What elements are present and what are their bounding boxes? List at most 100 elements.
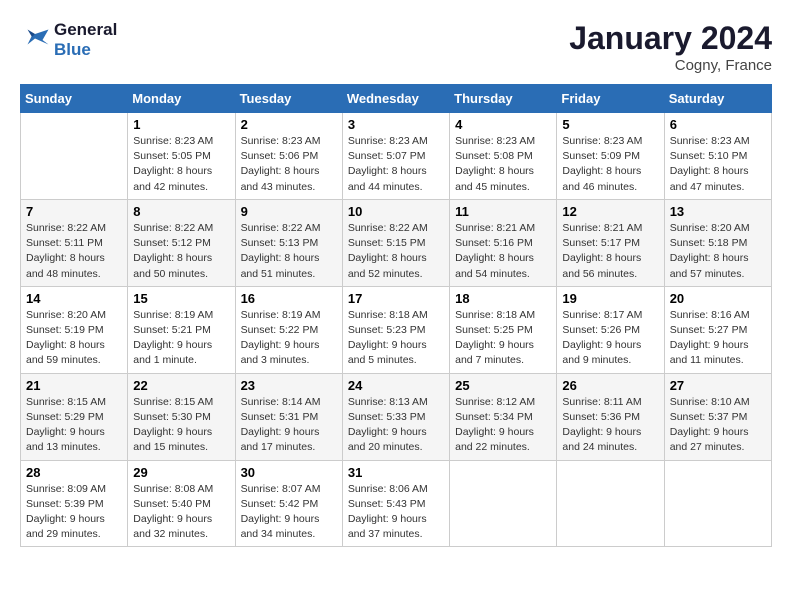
day-info: Sunrise: 8:12 AMSunset: 5:34 PMDaylight:… xyxy=(455,395,551,456)
day-info: Sunrise: 8:13 AMSunset: 5:33 PMDaylight:… xyxy=(348,395,444,456)
calendar-day-cell: 8 Sunrise: 8:22 AMSunset: 5:12 PMDaylight… xyxy=(128,199,235,286)
day-number: 3 xyxy=(348,117,444,132)
day-number: 7 xyxy=(26,204,122,219)
calendar-day-cell: 15 Sunrise: 8:19 AMSunset: 5:21 PMDayligh… xyxy=(128,286,235,373)
calendar-day-cell: 24 Sunrise: 8:13 AMSunset: 5:33 PMDayligh… xyxy=(342,373,449,460)
calendar-day-cell: 11Sunrise: 8:21 AMSunset: 5:16 PMDayligh… xyxy=(450,199,557,286)
calendar-week-row: 21 Sunrise: 8:15 AMSunset: 5:29 PMDayligh… xyxy=(21,373,772,460)
calendar-day-cell: 29 Sunrise: 8:08 AMSunset: 5:40 PMDayligh… xyxy=(128,460,235,547)
day-number: 20 xyxy=(670,291,766,306)
day-number: 31 xyxy=(348,465,444,480)
day-info: Sunrise: 8:07 AMSunset: 5:42 PMDaylight:… xyxy=(241,482,337,543)
calendar-day-cell: 5 Sunrise: 8:23 AMSunset: 5:09 PMDaylight… xyxy=(557,113,664,200)
day-number: 4 xyxy=(455,117,551,132)
day-info: Sunrise: 8:22 AMSunset: 5:12 PMDaylight:… xyxy=(133,221,229,282)
day-info: Sunrise: 8:20 AMSunset: 5:18 PMDaylight:… xyxy=(670,221,766,282)
day-info: Sunrise: 8:22 AMSunset: 5:15 PMDaylight:… xyxy=(348,221,444,282)
day-number: 22 xyxy=(133,378,229,393)
location: Cogny, France xyxy=(569,57,772,74)
day-number: 28 xyxy=(26,465,122,480)
day-info: Sunrise: 8:09 AMSunset: 5:39 PMDaylight:… xyxy=(26,482,122,543)
day-info: Sunrise: 8:23 AMSunset: 5:09 PMDaylight:… xyxy=(562,134,658,195)
calendar-day-cell: 3 Sunrise: 8:23 AMSunset: 5:07 PMDaylight… xyxy=(342,113,449,200)
calendar-day-cell: 17 Sunrise: 8:18 AMSunset: 5:23 PMDayligh… xyxy=(342,286,449,373)
day-number: 29 xyxy=(133,465,229,480)
calendar-day-cell: 2 Sunrise: 8:23 AMSunset: 5:06 PMDaylight… xyxy=(235,113,342,200)
calendar-day-cell: 25 Sunrise: 8:12 AMSunset: 5:34 PMDayligh… xyxy=(450,373,557,460)
calendar-day-cell: 12Sunrise: 8:21 AMSunset: 5:17 PMDayligh… xyxy=(557,199,664,286)
page-header: General Blue January 2024 Cogny, France xyxy=(20,20,772,74)
calendar-day-cell: 18Sunrise: 8:18 AMSunset: 5:25 PMDayligh… xyxy=(450,286,557,373)
calendar-day-cell: 9Sunrise: 8:22 AMSunset: 5:13 PMDaylight… xyxy=(235,199,342,286)
day-number: 6 xyxy=(670,117,766,132)
calendar-day-cell xyxy=(557,460,664,547)
calendar-week-row: 7Sunrise: 8:22 AMSunset: 5:11 PMDaylight… xyxy=(21,199,772,286)
day-info: Sunrise: 8:23 AMSunset: 5:06 PMDaylight:… xyxy=(241,134,337,195)
calendar-week-row: 1Sunrise: 8:23 AMSunset: 5:05 PMDaylight… xyxy=(21,113,772,200)
day-info: Sunrise: 8:18 AMSunset: 5:25 PMDaylight:… xyxy=(455,308,551,369)
calendar-day-cell: 14Sunrise: 8:20 AMSunset: 5:19 PMDayligh… xyxy=(21,286,128,373)
day-number: 2 xyxy=(241,117,337,132)
day-of-week-header: Saturday xyxy=(664,85,771,113)
day-of-week-header: Thursday xyxy=(450,85,557,113)
day-info: Sunrise: 8:21 AMSunset: 5:16 PMDaylight:… xyxy=(455,221,551,282)
calendar-day-cell: 23Sunrise: 8:14 AMSunset: 5:31 PMDayligh… xyxy=(235,373,342,460)
day-number: 19 xyxy=(562,291,658,306)
logo-icon xyxy=(20,28,50,52)
day-info: Sunrise: 8:16 AMSunset: 5:27 PMDaylight:… xyxy=(670,308,766,369)
calendar-week-row: 14Sunrise: 8:20 AMSunset: 5:19 PMDayligh… xyxy=(21,286,772,373)
calendar-day-cell: 19 Sunrise: 8:17 AMSunset: 5:26 PMDayligh… xyxy=(557,286,664,373)
day-info: Sunrise: 8:17 AMSunset: 5:26 PMDaylight:… xyxy=(562,308,658,369)
day-number: 26 xyxy=(562,378,658,393)
calendar-day-cell: 27 Sunrise: 8:10 AMSunset: 5:37 PMDayligh… xyxy=(664,373,771,460)
day-info: Sunrise: 8:11 AMSunset: 5:36 PMDaylight:… xyxy=(562,395,658,456)
calendar-day-cell: 22 Sunrise: 8:15 AMSunset: 5:30 PMDayligh… xyxy=(128,373,235,460)
calendar-day-cell: 31 Sunrise: 8:06 AMSunset: 5:43 PMDayligh… xyxy=(342,460,449,547)
day-of-week-header: Sunday xyxy=(21,85,128,113)
day-of-week-header: Wednesday xyxy=(342,85,449,113)
day-number: 1 xyxy=(133,117,229,132)
calendar-day-cell: 1Sunrise: 8:23 AMSunset: 5:05 PMDaylight… xyxy=(128,113,235,200)
calendar-day-cell: 7Sunrise: 8:22 AMSunset: 5:11 PMDaylight… xyxy=(21,199,128,286)
day-number: 8 xyxy=(133,204,229,219)
calendar-day-cell: 6Sunrise: 8:23 AMSunset: 5:10 PMDaylight… xyxy=(664,113,771,200)
calendar-day-cell: 30 Sunrise: 8:07 AMSunset: 5:42 PMDayligh… xyxy=(235,460,342,547)
day-info: Sunrise: 8:10 AMSunset: 5:37 PMDaylight:… xyxy=(670,395,766,456)
day-info: Sunrise: 8:22 AMSunset: 5:13 PMDaylight:… xyxy=(241,221,337,282)
day-number: 16 xyxy=(241,291,337,306)
day-info: Sunrise: 8:19 AMSunset: 5:21 PMDaylight:… xyxy=(133,308,229,369)
day-number: 25 xyxy=(455,378,551,393)
calendar-day-cell xyxy=(21,113,128,200)
calendar-day-cell: 4 Sunrise: 8:23 AMSunset: 5:08 PMDaylight… xyxy=(450,113,557,200)
calendar-header-row: SundayMondayTuesdayWednesdayThursdayFrid… xyxy=(21,85,772,113)
day-number: 30 xyxy=(241,465,337,480)
day-info: Sunrise: 8:23 AMSunset: 5:08 PMDaylight:… xyxy=(455,134,551,195)
day-info: Sunrise: 8:08 AMSunset: 5:40 PMDaylight:… xyxy=(133,482,229,543)
calendar-day-cell xyxy=(450,460,557,547)
day-number: 24 xyxy=(348,378,444,393)
title-block: January 2024 Cogny, France xyxy=(569,20,772,74)
calendar-day-cell: 16 Sunrise: 8:19 AMSunset: 5:22 PMDayligh… xyxy=(235,286,342,373)
day-number: 12 xyxy=(562,204,658,219)
day-number: 27 xyxy=(670,378,766,393)
logo: General Blue xyxy=(20,20,117,60)
logo-text: General Blue xyxy=(54,20,117,60)
day-info: Sunrise: 8:14 AMSunset: 5:31 PMDaylight:… xyxy=(241,395,337,456)
day-info: Sunrise: 8:15 AMSunset: 5:29 PMDaylight:… xyxy=(26,395,122,456)
day-number: 17 xyxy=(348,291,444,306)
day-info: Sunrise: 8:06 AMSunset: 5:43 PMDaylight:… xyxy=(348,482,444,543)
day-number: 21 xyxy=(26,378,122,393)
day-info: Sunrise: 8:20 AMSunset: 5:19 PMDaylight:… xyxy=(26,308,122,369)
day-number: 15 xyxy=(133,291,229,306)
calendar-day-cell: 28 Sunrise: 8:09 AMSunset: 5:39 PMDayligh… xyxy=(21,460,128,547)
calendar-table: SundayMondayTuesdayWednesdayThursdayFrid… xyxy=(20,84,772,547)
day-info: Sunrise: 8:19 AMSunset: 5:22 PMDaylight:… xyxy=(241,308,337,369)
day-info: Sunrise: 8:18 AMSunset: 5:23 PMDaylight:… xyxy=(348,308,444,369)
calendar-day-cell: 13Sunrise: 8:20 AMSunset: 5:18 PMDayligh… xyxy=(664,199,771,286)
calendar-day-cell: 20 Sunrise: 8:16 AMSunset: 5:27 PMDayligh… xyxy=(664,286,771,373)
calendar-day-cell: 21 Sunrise: 8:15 AMSunset: 5:29 PMDayligh… xyxy=(21,373,128,460)
day-info: Sunrise: 8:15 AMSunset: 5:30 PMDaylight:… xyxy=(133,395,229,456)
day-number: 5 xyxy=(562,117,658,132)
day-info: Sunrise: 8:23 AMSunset: 5:07 PMDaylight:… xyxy=(348,134,444,195)
month-title: January 2024 xyxy=(569,20,772,57)
